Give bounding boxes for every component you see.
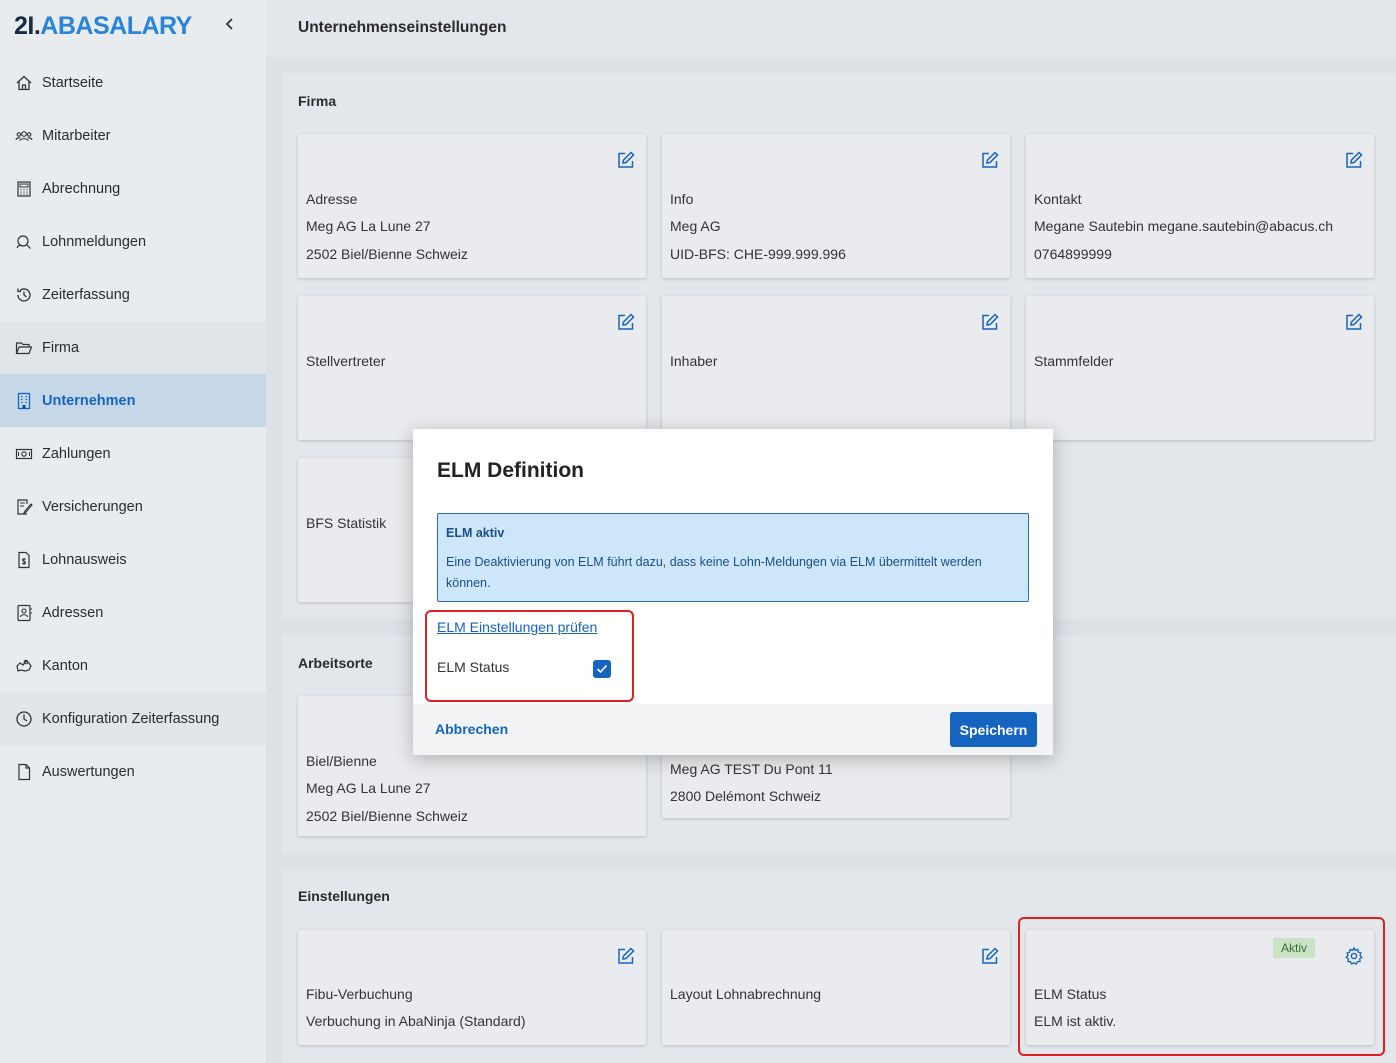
sidebar-item-kanton[interactable]: Kanton: [0, 639, 266, 692]
card-stammfelder: Stammfelder: [1026, 296, 1374, 440]
sidebar-item-mitarbeiter[interactable]: Mitarbeiter: [0, 109, 266, 162]
edit-icon[interactable]: [616, 312, 636, 332]
app-logo[interactable]: 2I.ABASALARY: [14, 12, 192, 41]
calculator-icon: [14, 179, 34, 199]
users-icon: [14, 126, 34, 146]
section-title: Arbeitsorte: [298, 655, 373, 671]
page-title: Unternehmenseinstellungen: [298, 19, 507, 36]
sidebar-item-unternehmen[interactable]: Unternehmen: [0, 374, 266, 427]
contract-icon: [14, 497, 34, 517]
card-kontakt: Kontakt Megane Sautebin megane.sautebin@…: [1026, 134, 1374, 278]
report-icon: [14, 232, 34, 252]
highlight-box-elm-settings: [425, 610, 634, 702]
collapse-sidebar-icon[interactable]: [224, 14, 236, 37]
money-icon: [14, 444, 34, 464]
clock-icon: [14, 709, 34, 729]
edit-icon[interactable]: [616, 150, 636, 170]
building-icon: [14, 391, 34, 411]
edit-icon[interactable]: [1344, 312, 1364, 332]
sidebar-item-zeiterfassung[interactable]: Zeiterfassung: [0, 268, 266, 321]
elm-definition-dialog: ELM Definition ELM aktiv Eine Deaktivier…: [413, 429, 1053, 755]
card-fibu-verbuchung: Fibu-Verbuchung Verbuchung in AbaNinja (…: [298, 930, 646, 1045]
folder-icon: [14, 338, 34, 358]
document-dollar-icon: [14, 550, 34, 570]
sidebar-item-lohnausweis[interactable]: Lohnausweis: [0, 533, 266, 586]
sidebar-item-startseite[interactable]: Startseite: [0, 56, 266, 109]
sidebar-item-versicherungen[interactable]: Versicherungen: [0, 480, 266, 533]
highlight-box-elm-card: [1018, 917, 1385, 1056]
info-box: ELM aktiv Eine Deaktivierung von ELM füh…: [437, 513, 1029, 602]
sidebar-item-adressen[interactable]: Adressen: [0, 586, 266, 639]
sidebar-item-firma[interactable]: Firma: [0, 321, 266, 374]
section-title: Einstellungen: [298, 888, 390, 904]
edit-icon[interactable]: [1344, 150, 1364, 170]
sidebar-nav: Startseite Mitarbeiter Abrechnung Lohnme…: [0, 56, 266, 798]
history-icon: [14, 285, 34, 305]
save-button[interactable]: Speichern: [950, 712, 1037, 747]
edit-icon[interactable]: [980, 150, 1000, 170]
page-header: Unternehmenseinstellungen: [266, 0, 1396, 57]
map-icon: [14, 656, 34, 676]
sidebar-item-abrechnung[interactable]: Abrechnung: [0, 162, 266, 215]
contact-card-icon: [14, 603, 34, 623]
card-info: Info Meg AG UID-BFS: CHE-999.999.996: [662, 134, 1010, 278]
file-icon: [14, 762, 34, 782]
sidebar-item-zahlungen[interactable]: Zahlungen: [0, 427, 266, 480]
sidebar-item-auswertungen[interactable]: Auswertungen: [0, 745, 266, 798]
card-stellvertreter: Stellvertreter: [298, 296, 646, 440]
info-text: Eine Deaktivierung von ELM führt dazu, d…: [446, 555, 982, 590]
dialog-title: ELM Definition: [437, 459, 584, 482]
edit-icon[interactable]: [980, 946, 1000, 966]
section-title: Firma: [298, 93, 337, 109]
sidebar-item-lohnmeldungen[interactable]: Lohnmeldungen: [0, 215, 266, 268]
edit-icon[interactable]: [980, 312, 1000, 332]
cancel-button[interactable]: Abbrechen: [435, 721, 508, 737]
card-adresse: Adresse Meg AG La Lune 27 2502 Biel/Bien…: [298, 134, 646, 278]
sidebar-item-konfiguration-zeiterfassung[interactable]: Konfiguration Zeiterfassung: [0, 692, 266, 745]
sidebar: 2I.ABASALARY Startseite Mitarbeiter Abre…: [0, 0, 266, 1063]
info-title: ELM aktiv: [446, 526, 505, 540]
home-icon: [14, 73, 34, 93]
dialog-footer: Abbrechen Speichern: [413, 704, 1053, 755]
edit-icon[interactable]: [616, 946, 636, 966]
card-layout-lohnabrechnung: Layout Lohnabrechnung: [662, 930, 1010, 1045]
card-inhaber: Inhaber: [662, 296, 1010, 440]
